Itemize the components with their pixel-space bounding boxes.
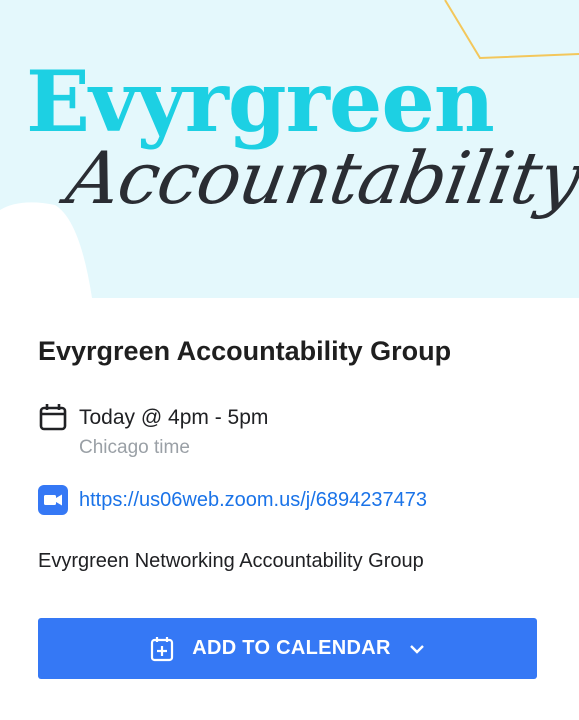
header-banner: Evyrgreen Accountability Group [0,0,579,298]
brand-title: Evyrgreen [26,52,495,151]
chevron-down-icon [409,644,424,654]
event-time: Today @ 4pm - 5pm [79,406,269,429]
meeting-link[interactable]: https://us06web.zoom.us/j/6894237473 [79,489,427,512]
event-description: Evyrgreen Networking Accountability Grou… [38,550,424,572]
brand-script-subtitle: Accountability Group [60,136,579,220]
add-to-calendar-label: ADD TO CALENDAR [192,637,391,659]
calendar-plus-icon [151,636,174,661]
calendar-icon [39,404,67,431]
event-timezone: Chicago time [79,437,190,458]
event-title: Evyrgreen Accountability Group [38,336,452,366]
decorative-hexagon-outline [444,0,579,60]
video-camera-icon [38,485,68,515]
add-to-calendar-button[interactable]: ADD TO CALENDAR [38,618,537,679]
event-card: Evyrgreen Accountability Group Today @ 4… [0,298,579,720]
